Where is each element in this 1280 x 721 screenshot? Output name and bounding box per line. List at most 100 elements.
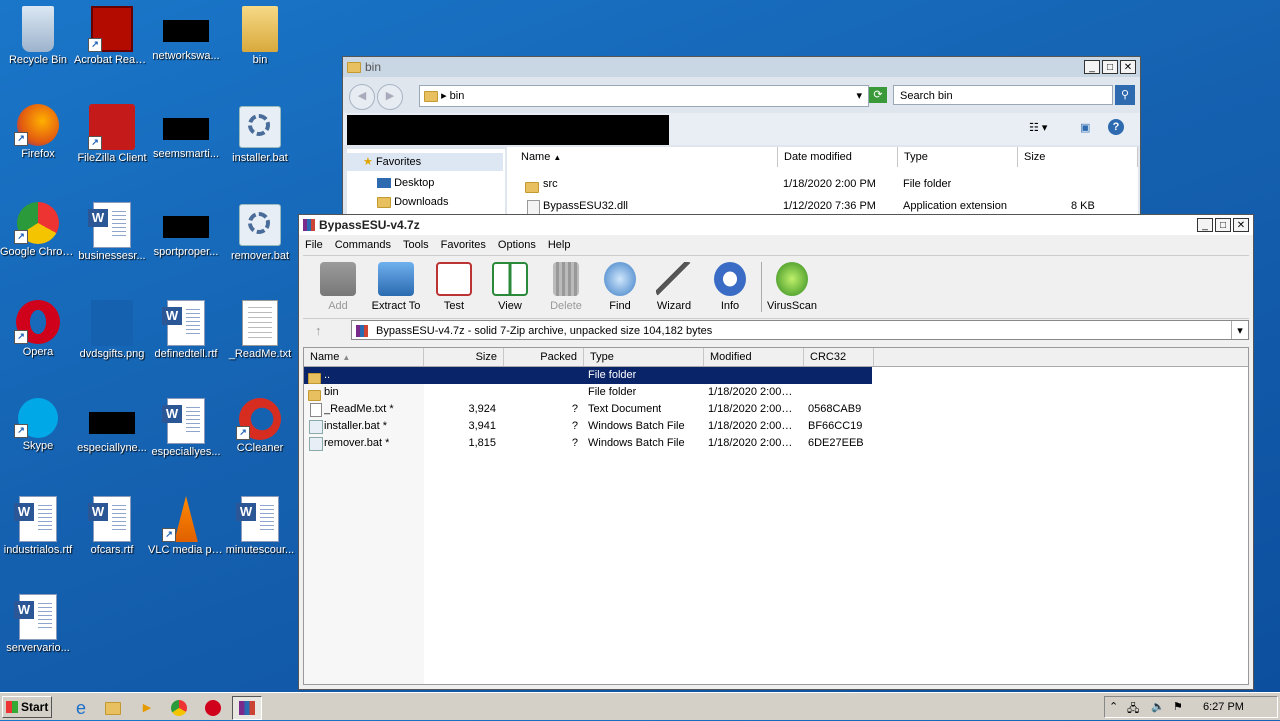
search-icon[interactable]: ⚲ bbox=[1115, 85, 1135, 105]
menu-item[interactable]: File bbox=[305, 239, 323, 251]
up-arrow-icon[interactable]: ↑ bbox=[315, 323, 322, 338]
table-row[interactable]: bin File folder 1/18/2020 2:00… bbox=[304, 384, 1248, 401]
column-header-modified[interactable]: Modified bbox=[704, 348, 804, 366]
table-row[interactable]: installer.bat * 3,941? Windows Batch File 1… bbox=[304, 418, 1248, 435]
file-modified: 1/18/2020 2:00… bbox=[708, 437, 793, 449]
table-row[interactable]: remover.bat * 1,815? Windows Batch File 1/1… bbox=[304, 435, 1248, 452]
view-button[interactable]: View bbox=[483, 262, 537, 312]
taskbar-opera-icon[interactable] bbox=[198, 696, 228, 720]
view-options-icon[interactable]: ☷ ▾ bbox=[1029, 121, 1047, 134]
taskbar-explorer-icon[interactable] bbox=[98, 696, 128, 720]
flag-icon[interactable]: ⚑ bbox=[1173, 700, 1183, 713]
desktop-icon-item[interactable]: ↗ Skype bbox=[0, 398, 76, 453]
desktop-icon-item[interactable]: Wofcars.rtf bbox=[74, 496, 150, 557]
desktop-icon-item[interactable]: seemsmarti... bbox=[148, 104, 224, 161]
desktop-icon-item[interactable]: ↗ CCleaner bbox=[222, 398, 298, 455]
taskbar-chrome-icon[interactable] bbox=[164, 696, 194, 720]
search-input[interactable]: Search bin bbox=[893, 85, 1113, 105]
desktop-icon-item[interactable]: sportproper... bbox=[148, 202, 224, 259]
desktop-icon-item[interactable]: Windustrialos.rtf bbox=[0, 496, 76, 557]
desktop-icon-item[interactable]: Wespeciallyes... bbox=[148, 398, 224, 459]
breadcrumb-item[interactable]: bin bbox=[450, 90, 465, 102]
explorer-addressbar: ◀ ▶ ▸ bin ▾ ⟳ Search bin ⚲ bbox=[347, 83, 1136, 110]
desktop-icon-item[interactable]: ↗ Firefox bbox=[0, 104, 76, 161]
desktop-icon-item[interactable]: networkswa... bbox=[148, 6, 224, 63]
delete-button[interactable]: Delete bbox=[539, 262, 593, 312]
network-icon[interactable]: 🖧 bbox=[1127, 700, 1139, 719]
batch-file-icon bbox=[309, 420, 323, 434]
extract-to-button[interactable]: Extract To bbox=[367, 262, 425, 312]
column-header-type[interactable]: Type bbox=[898, 147, 1018, 167]
menu-item[interactable]: Tools bbox=[403, 239, 429, 251]
table-row[interactable]: .. File folder bbox=[304, 367, 872, 384]
forward-button[interactable]: ▶ bbox=[377, 84, 403, 110]
desktop-icon-item[interactable]: Recycle Bin bbox=[0, 6, 76, 67]
show-hidden-icons-icon[interactable]: ⌃ bbox=[1109, 700, 1118, 713]
file-row[interactable]: src 1/18/2020 2:00 PM File folder bbox=[507, 176, 1138, 193]
desktop-icon-item[interactable]: installer.bat bbox=[222, 104, 298, 165]
nav-item-downloads[interactable]: Downloads bbox=[377, 194, 448, 210]
desktop-icon-item[interactable]: especiallyne... bbox=[74, 398, 150, 455]
desktop-icon-item[interactable]: Wminutescour... bbox=[222, 496, 298, 557]
desktop-icon-item[interactable]: ↗ Acrobat Reader DC bbox=[74, 6, 150, 67]
archive-path-field[interactable]: BypassESU-v4.7z - solid 7-Zip archive, u… bbox=[351, 320, 1249, 340]
minimize-button[interactable]: _ bbox=[1197, 218, 1213, 232]
preview-pane-icon[interactable]: ▣ bbox=[1080, 121, 1090, 134]
breadcrumb[interactable]: ▸ bin ▾ bbox=[419, 85, 869, 107]
column-header-crc32[interactable]: CRC32 bbox=[804, 348, 874, 366]
menu-item[interactable]: Help bbox=[548, 239, 571, 251]
help-icon[interactable]: ? bbox=[1108, 119, 1124, 135]
favorites-header[interactable]: ★ Favorites bbox=[347, 153, 503, 171]
desktop-icon-item[interactable]: ↗ Opera bbox=[0, 300, 76, 359]
maximize-button[interactable]: □ bbox=[1215, 218, 1231, 232]
add-button[interactable]: Add bbox=[311, 262, 365, 312]
desktop-icon-item[interactable]: Wbusinessesr... bbox=[74, 202, 150, 263]
desktop-icon-item[interactable]: Wdefinedtell.rtf bbox=[148, 300, 224, 361]
maximize-button[interactable]: □ bbox=[1102, 60, 1118, 74]
column-header-packed[interactable]: Packed bbox=[504, 348, 584, 366]
shortcut-arrow-icon: ↗ bbox=[88, 136, 102, 150]
refresh-button[interactable]: ⟳ bbox=[869, 87, 887, 103]
clock[interactable]: 6:27 PM bbox=[1203, 701, 1244, 713]
column-header-size[interactable]: Size bbox=[424, 348, 504, 366]
desktop-icon-item[interactable]: remover.bat bbox=[222, 202, 298, 263]
desktop-icon-item[interactable]: ↗ Google Chrome bbox=[0, 202, 76, 259]
taskbar-media-player-icon[interactable]: ▶ bbox=[132, 696, 162, 720]
find-button[interactable]: Find bbox=[593, 262, 647, 312]
column-header-type[interactable]: Type bbox=[584, 348, 704, 366]
taskbar-archiver-icon[interactable] bbox=[232, 696, 262, 720]
menu-item[interactable]: Commands bbox=[335, 239, 391, 251]
menu-item[interactable]: Favorites bbox=[441, 239, 486, 251]
desktop-icon-item[interactable]: Wservervario... bbox=[0, 594, 76, 655]
chevron-down-icon[interactable]: ▾ bbox=[1231, 321, 1248, 339]
desktop-icon-item[interactable]: dvdsgifts.png bbox=[74, 300, 150, 361]
start-button[interactable]: Start bbox=[2, 696, 52, 718]
file-row[interactable]: BypassESU32.dll 1/12/2020 7:36 PM Applic… bbox=[507, 198, 1138, 215]
column-header-size[interactable]: Size bbox=[1018, 147, 1138, 167]
column-header-name[interactable]: Name ▲ bbox=[304, 348, 424, 366]
archive-titlebar[interactable]: BypassESU-v4.7z _ □ ✕ bbox=[299, 215, 1253, 235]
taskbar-ie-icon[interactable]: e bbox=[66, 696, 96, 720]
desktop-icon-item[interactable]: _ReadMe.txt bbox=[222, 300, 298, 361]
column-header-date[interactable]: Date modified bbox=[778, 147, 898, 167]
volume-icon[interactable]: 🔈 bbox=[1151, 700, 1165, 713]
menu-item[interactable]: Options bbox=[498, 239, 536, 251]
desktop-icon-item[interactable]: bin bbox=[222, 6, 298, 67]
virusscan-button[interactable]: VirusScan bbox=[765, 262, 819, 312]
back-button[interactable]: ◀ bbox=[349, 84, 375, 110]
word-doc-icon: W bbox=[14, 496, 57, 542]
desktop-icon-item[interactable]: ↗ VLC media player bbox=[148, 496, 224, 557]
column-header-name[interactable]: Name ▲ bbox=[507, 147, 778, 167]
nav-item-desktop[interactable]: Desktop bbox=[377, 175, 434, 191]
close-button[interactable]: ✕ bbox=[1233, 218, 1249, 232]
desktop-icon-item[interactable]: ↗ FileZilla Client bbox=[74, 104, 150, 165]
wizard-button[interactable]: Wizard bbox=[647, 262, 701, 312]
minimize-button[interactable]: _ bbox=[1084, 60, 1100, 74]
explorer-titlebar[interactable]: bin _ □ ✕ bbox=[343, 57, 1140, 77]
close-button[interactable]: ✕ bbox=[1120, 60, 1136, 74]
table-row[interactable]: _ReadMe.txt * 3,924? Text Document 1/18/202… bbox=[304, 401, 1248, 418]
chevron-down-icon[interactable]: ▾ bbox=[856, 86, 862, 106]
archive-path-text: BypassESU-v4.7z - solid 7-Zip archive, u… bbox=[376, 325, 713, 337]
test-button[interactable]: Test bbox=[427, 262, 481, 312]
info-button[interactable]: Info bbox=[703, 262, 757, 312]
